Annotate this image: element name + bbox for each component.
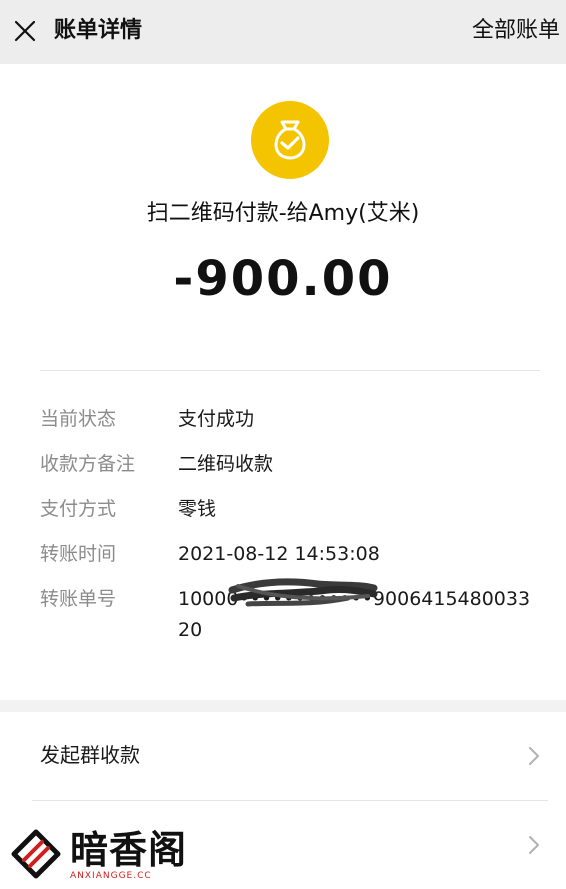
detail-label: 当前状态 (40, 408, 117, 430)
watermark-logo: 暗香阁 ANXIANGGE.CC (8, 826, 208, 884)
group-collect-row[interactable]: 发起群收款 (0, 712, 566, 800)
page-title: 账单详情 (54, 18, 143, 43)
section-separator (0, 700, 566, 712)
redaction-scribble (228, 578, 378, 607)
all-bills-link[interactable]: 全部账单 (472, 14, 560, 48)
detail-label: 支付方式 (40, 498, 117, 520)
chevron-right-icon (529, 747, 539, 765)
detail-label: 转账时间 (40, 543, 117, 565)
close-button[interactable] (10, 14, 40, 48)
detail-label: 收款方备注 (40, 453, 136, 475)
detail-value: 2021-08-12 14:53:08 (178, 543, 380, 565)
watermark-diamond-icon (11, 829, 61, 879)
money-bag-check-icon (251, 101, 329, 179)
watermark-subtext: ANXIANGGE.CC (70, 871, 152, 881)
detail-value: 二维码收款 (178, 453, 274, 475)
detail-value: 支付成功 (178, 408, 255, 430)
divider (40, 370, 540, 371)
detail-label: 转账单号 (40, 588, 117, 610)
group-collect-label: 发起群收款 (40, 743, 140, 767)
chevron-right-icon (529, 836, 539, 854)
close-icon (14, 20, 36, 42)
detail-value: 零钱 (178, 498, 217, 520)
top-bar: 账单详情 全部账单 (0, 0, 566, 64)
watermark-text: 暗香阁 (70, 827, 188, 872)
transaction-amount: -900.00 (173, 251, 393, 307)
merchant-name: 扫二维码付款-给Amy(艾米) (146, 201, 420, 226)
